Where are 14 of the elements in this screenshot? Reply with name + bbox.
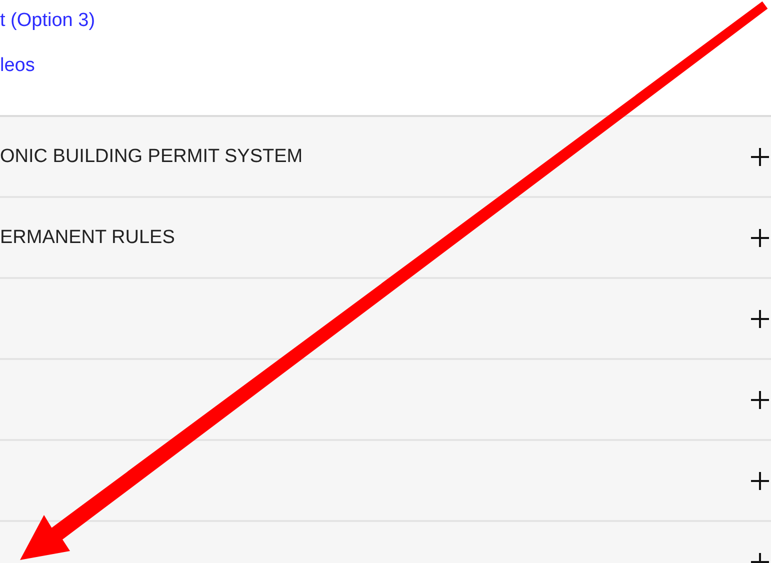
plus-icon bbox=[751, 310, 769, 328]
link[interactable]: leos bbox=[0, 55, 35, 77]
accordion-header[interactable]: ERMANENT RULES bbox=[0, 198, 771, 279]
accordion-header[interactable] bbox=[0, 279, 771, 360]
plus-icon bbox=[751, 472, 769, 490]
accordion-header[interactable]: ONIC BUILDING PERMIT SYSTEM bbox=[0, 117, 771, 198]
link[interactable]: t (Option 3) bbox=[0, 10, 96, 32]
plus-icon bbox=[751, 148, 769, 166]
section-title: ONIC BUILDING PERMIT SYSTEM bbox=[0, 146, 303, 168]
accordion-header[interactable] bbox=[0, 441, 771, 522]
plus-icon bbox=[751, 228, 769, 246]
section-title: ERMANENT RULES bbox=[0, 226, 175, 248]
accordion-header[interactable] bbox=[0, 360, 771, 441]
plus-icon bbox=[751, 390, 769, 408]
